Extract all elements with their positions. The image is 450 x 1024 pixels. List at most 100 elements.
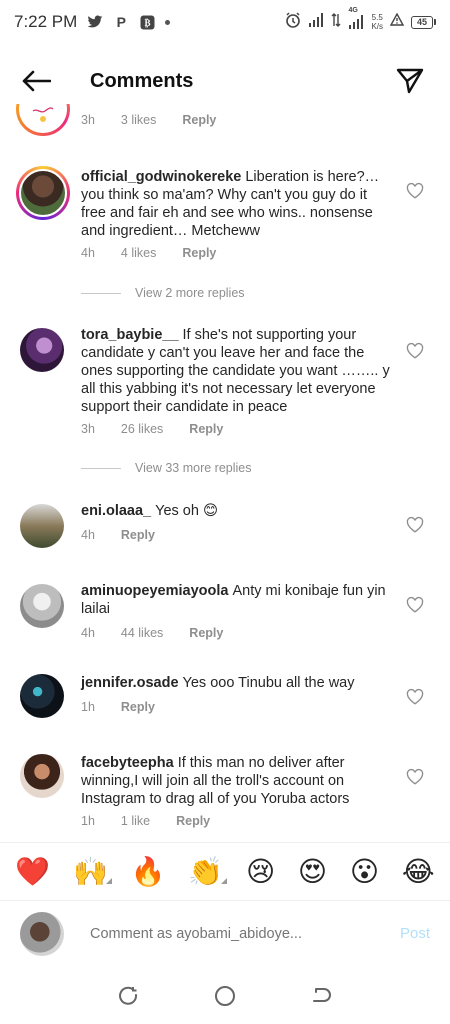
status-time: 7:22 PM — [14, 12, 78, 31]
reply-button[interactable]: Reply — [189, 422, 223, 436]
system-status-icons: 4G 5.5 K/s 45 — [285, 7, 436, 33]
comment-likes[interactable]: 3 likes — [121, 113, 156, 127]
alarm-icon — [285, 11, 301, 33]
comment-likes[interactable]: 26 likes — [121, 422, 163, 436]
emoji-quick-reactions: ❤️ 🙌 🔥 👏 😢 😍 😮 😂 — [0, 842, 450, 900]
avatar[interactable] — [20, 754, 64, 798]
comment-time: 4h — [81, 626, 95, 640]
like-heart-icon[interactable] — [406, 688, 424, 706]
emoji-raising-hands-button[interactable]: 🙌 — [73, 855, 108, 888]
avatar[interactable] — [20, 328, 64, 372]
like-heart-icon[interactable] — [406, 768, 424, 786]
speed-value: 5.5 — [371, 13, 383, 22]
comments-list[interactable]: 3h 3 likes Reply official_godwinokereke L… — [0, 104, 450, 840]
avatar[interactable] — [16, 166, 70, 220]
comment-text: aminuopeyemiayoola Anty mi konibaje fun y… — [81, 582, 391, 618]
notification-icons: P ₿ — [87, 14, 171, 30]
reply-button[interactable]: Reply — [121, 700, 155, 714]
comment-time: 1h — [81, 814, 95, 828]
emoji-surprised-button[interactable]: 😮 — [350, 855, 379, 888]
comment-username[interactable]: facebyteepha — [81, 755, 174, 771]
logo-avatar-icon — [25, 104, 61, 127]
reply-button[interactable]: Reply — [189, 626, 223, 640]
comment-meta: 3h 26 likes Reply — [81, 422, 249, 436]
comment-text: tora_baybie__ If she's not supporting you… — [81, 326, 391, 416]
comment-text: facebyteepha If this man no deliver after… — [81, 754, 391, 808]
status-bar: 7:22 PM P ₿ 4G 5.5 K/s 45 — [0, 0, 450, 44]
comment-username[interactable]: jennifer.osade — [81, 675, 179, 691]
view-replies-label: View 2 more replies — [135, 286, 245, 300]
comment-meta: 3h 3 likes Reply — [81, 113, 242, 127]
comment-content: Yes ooo Tinubu all the way — [182, 675, 355, 691]
emoji-clapping-button[interactable]: 👏 — [188, 855, 223, 888]
bank-app-icon: ₿ — [139, 14, 155, 30]
reply-button[interactable]: Reply — [121, 528, 155, 542]
comment-time: 1h — [81, 700, 95, 714]
share-button[interactable] — [390, 61, 430, 101]
reply-button[interactable]: Reply — [182, 113, 216, 127]
speed-unit: K/s — [371, 22, 383, 31]
emoji-laughing-button[interactable]: 😂 — [402, 855, 435, 888]
comment-meta: 4h 4 likes Reply — [81, 246, 242, 260]
comment-username[interactable]: eni.olaaa_ — [81, 503, 151, 519]
comment-text: jennifer.osade Yes ooo Tinubu all the way — [81, 674, 391, 692]
comment-input[interactable] — [90, 925, 330, 942]
comment-likes[interactable]: 1 like — [121, 814, 150, 828]
avatar[interactable] — [20, 674, 64, 718]
avatar[interactable] — [16, 104, 70, 136]
back-button[interactable] — [16, 61, 56, 101]
comment-content: Yes oh 😊 — [155, 503, 219, 519]
send-paper-plane-icon — [396, 68, 424, 94]
emoji-heart-button[interactable]: ❤️ — [15, 855, 50, 888]
reply-button[interactable]: Reply — [182, 246, 216, 260]
avatar[interactable] — [20, 504, 64, 548]
emoji-crying-button[interactable]: 😢 — [246, 855, 275, 888]
emoji-heart-eyes-button[interactable]: 😍 — [298, 855, 327, 888]
system-navigation-bar — [0, 968, 450, 1024]
comment-meta: 1h 1 like Reply — [81, 814, 236, 828]
comment-likes[interactable]: 44 likes — [121, 626, 163, 640]
battery-level: 45 — [411, 15, 433, 29]
current-user-avatar — [20, 911, 64, 956]
signal-icon — [308, 12, 324, 32]
post-button[interactable]: Post — [400, 925, 430, 942]
comment-username[interactable]: tora_baybie__ — [81, 327, 179, 343]
back-nav-icon — [312, 988, 331, 1002]
avatar[interactable] — [20, 584, 64, 628]
header: Comments — [0, 58, 450, 104]
comment-likes[interactable]: 4 likes — [121, 246, 156, 260]
comment-meta: 4h Reply — [81, 528, 181, 542]
like-heart-icon[interactable] — [406, 182, 424, 200]
recent-apps-button[interactable] — [115, 983, 141, 1009]
back-arrow-icon — [22, 70, 51, 92]
warning-icon — [389, 12, 405, 31]
battery-icon: 45 — [411, 15, 436, 29]
pinterest-p-icon: P — [116, 14, 126, 30]
comment-text: eni.olaaa_ Yes oh 😊 — [81, 502, 391, 520]
reply-button[interactable]: Reply — [176, 814, 210, 828]
home-button[interactable] — [212, 983, 238, 1009]
more-notifications-dot — [165, 19, 171, 25]
view-more-replies-button[interactable]: View 2 more replies — [81, 286, 245, 300]
view-more-replies-button[interactable]: View 33 more replies — [81, 461, 252, 475]
comment-time: 4h — [81, 528, 95, 542]
like-heart-icon[interactable] — [406, 516, 424, 534]
view-replies-label: View 33 more replies — [135, 461, 252, 475]
signal-4g-icon: 4G — [348, 7, 364, 29]
home-circle-icon — [214, 986, 235, 1006]
comment-meta: 1h Reply — [81, 700, 181, 714]
emoji-fire-button[interactable]: 🔥 — [131, 855, 166, 888]
recents-icon — [119, 986, 138, 1005]
comment-username[interactable]: aminuopeyemiayoola — [81, 583, 228, 599]
comment-composer: Post — [0, 900, 450, 966]
network-speed: 5.5 K/s — [371, 13, 383, 31]
comment-meta: 4h 44 likes Reply — [81, 626, 249, 640]
comment-time: 3h — [81, 422, 95, 436]
like-heart-icon[interactable] — [406, 596, 424, 614]
svg-text:₿: ₿ — [144, 18, 150, 29]
page-title: Comments — [90, 69, 194, 92]
comment-text: official_godwinokereke Liberation is here… — [81, 168, 391, 240]
back-nav-button[interactable] — [309, 983, 335, 1009]
like-heart-icon[interactable] — [406, 342, 424, 360]
comment-username[interactable]: official_godwinokereke — [81, 169, 241, 185]
